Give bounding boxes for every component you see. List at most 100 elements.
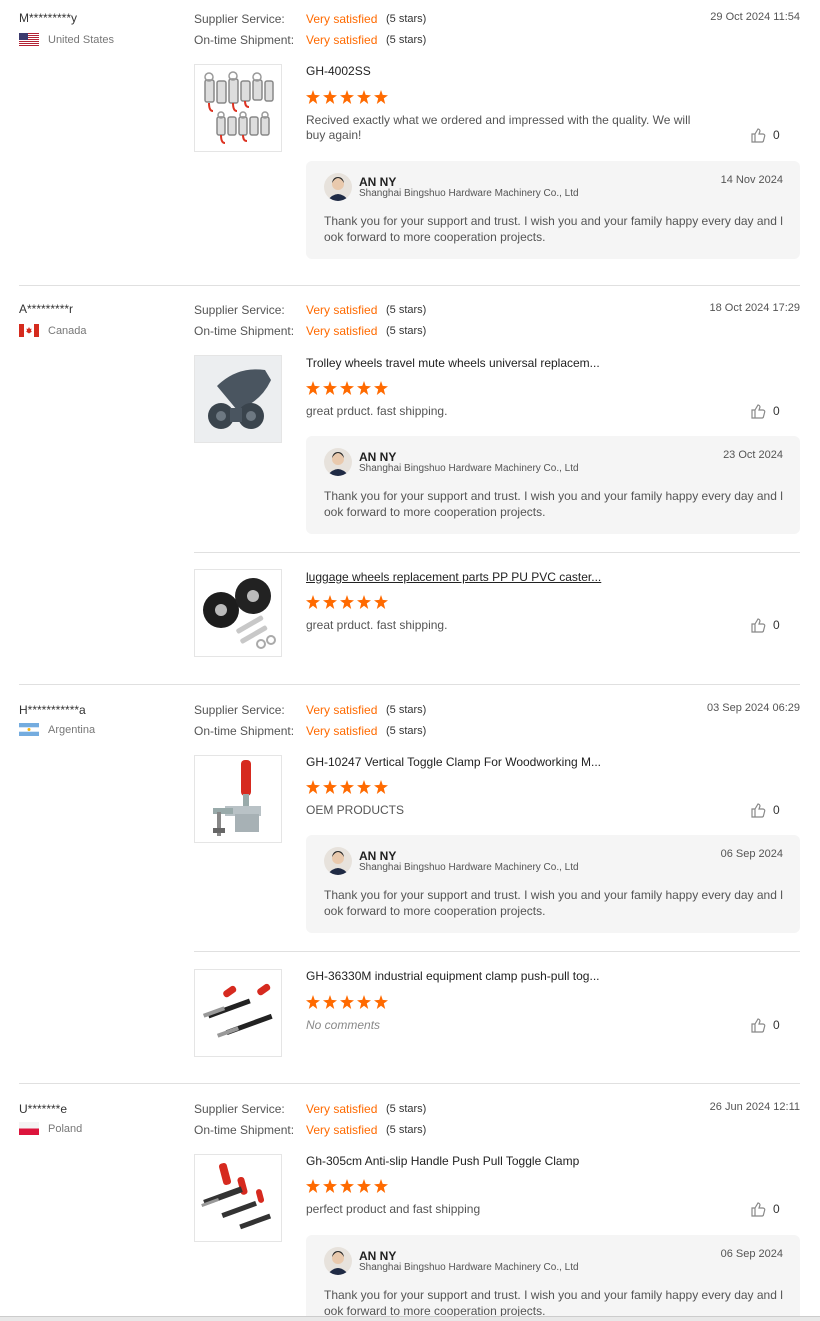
buyer-name: A*********r	[19, 302, 74, 316]
supplier-service-label: Supplier Service:	[194, 303, 285, 317]
star-icon	[374, 1179, 388, 1193]
product-thumbnail[interactable]	[194, 969, 282, 1057]
thumbs-up-icon	[751, 618, 766, 633]
star-icon	[357, 381, 371, 395]
star-icon	[306, 595, 320, 609]
supplier-reply: AN NY Shanghai Bingshuo Hardware Machine…	[306, 161, 800, 259]
star-icon	[374, 780, 388, 794]
product-rating-stars	[306, 995, 388, 1009]
thumbs-up-icon	[751, 1202, 766, 1217]
window-bottom-edge	[0, 1316, 820, 1321]
like-count: 0	[773, 128, 780, 142]
buyer-name: M*********y	[19, 11, 78, 25]
reply-author: AN NY	[359, 1249, 397, 1263]
toggle-clamp-set-image	[201, 1163, 272, 1230]
review-comment: No comments	[306, 1018, 381, 1032]
reply-company: Shanghai Bingshuo Hardware Machinery Co.…	[359, 188, 579, 199]
star-icon	[306, 90, 320, 104]
star-icon	[357, 780, 371, 794]
star-icon	[340, 1179, 354, 1193]
star-icon	[306, 381, 320, 395]
supplier-service-label: Supplier Service:	[194, 703, 285, 717]
review-divider	[19, 285, 800, 286]
supplier-service-value: Very satisfied	[306, 12, 378, 26]
product-title[interactable]: Gh-305cm Anti-slip Handle Push Pull Togg…	[306, 1154, 579, 1168]
star-icon	[357, 995, 371, 1009]
review-comment: perfect product and fast shipping	[306, 1202, 481, 1216]
product-rating-stars	[306, 381, 388, 395]
product-thumbnail[interactable]	[194, 1154, 282, 1242]
reply-text: Thank you for your support and trust. I …	[324, 214, 783, 244]
product-rating-stars	[306, 1179, 388, 1193]
supplier-service-value: Very satisfied	[306, 1102, 378, 1116]
shipment-value: Very satisfied	[306, 33, 378, 47]
product-rating-stars	[306, 595, 388, 609]
reply-text: Thank you for your support and trust. I …	[324, 1288, 783, 1318]
country-name: Canada	[48, 324, 87, 337]
product-thumbnail[interactable]	[194, 355, 282, 443]
product-thumbnail[interactable]	[194, 755, 282, 843]
country-name: Poland	[48, 1122, 83, 1135]
like-button[interactable]: 0	[750, 1017, 780, 1033]
buyer-country: Canada	[19, 324, 87, 337]
review-date: 26 Jun 2024 12:11	[709, 1101, 800, 1113]
review-comment: great prduct. fast shipping.	[306, 618, 448, 632]
shipment-value: Very satisfied	[306, 724, 378, 738]
thumbs-up-icon	[751, 803, 766, 818]
like-button[interactable]: 0	[750, 1201, 780, 1217]
shipment-stars: (5 stars)	[386, 725, 427, 737]
product-title[interactable]: GH-10247 Vertical Toggle Clamp For Woodw…	[306, 755, 601, 769]
buyer-country: Poland	[19, 1122, 82, 1135]
star-icon	[374, 90, 388, 104]
buyer-name: H***********a	[19, 703, 86, 717]
like-button[interactable]: 0	[750, 617, 780, 633]
star-icon	[323, 1179, 337, 1193]
supplier-reply: AN NY Shanghai Bingshuo Hardware Machine…	[306, 835, 800, 933]
like-button[interactable]: 0	[750, 403, 780, 419]
supplier-service-stars: (5 stars)	[386, 304, 427, 316]
like-button[interactable]: 0	[750, 802, 780, 818]
product-title[interactable]: GH-36330M industrial equipment clamp pus…	[306, 969, 599, 983]
review-divider	[19, 1083, 800, 1084]
product-title-link[interactable]: luggage wheels replacement parts PP PU P…	[306, 570, 601, 584]
review-comment: OEM PRODUCTS	[306, 803, 405, 817]
poland-flag-icon	[19, 1122, 39, 1135]
supplier-service-label: Supplier Service:	[194, 12, 285, 26]
shipment-value: Very satisfied	[306, 1123, 378, 1137]
product-thumbnail[interactable]	[194, 569, 282, 657]
luggage-wheels-image	[203, 578, 276, 649]
star-icon	[357, 595, 371, 609]
like-count: 0	[773, 404, 780, 418]
product-thumbnail[interactable]	[194, 64, 282, 152]
star-icon	[374, 595, 388, 609]
product-title[interactable]: GH-4002SS	[306, 64, 371, 78]
star-icon	[306, 780, 320, 794]
supplier-reply: AN NY Shanghai Bingshuo Hardware Machine…	[306, 1235, 800, 1321]
avatar	[324, 448, 352, 476]
avatar	[324, 1247, 352, 1275]
product-rating-stars	[306, 780, 388, 794]
review-date: 03 Sep 2024 06:29	[707, 702, 800, 714]
country-name: Argentina	[48, 723, 96, 736]
product-divider	[194, 951, 800, 952]
country-name: United States	[48, 33, 115, 46]
product-divider	[194, 552, 800, 553]
like-count: 0	[773, 803, 780, 817]
reply-date: 14 Nov 2024	[720, 174, 783, 186]
product-title[interactable]: Trolley wheels travel mute wheels univer…	[306, 356, 600, 370]
review-date: 18 Oct 2024 17:29	[709, 302, 800, 314]
review-comment: Recived exactly what we ordered and impr…	[306, 113, 691, 142]
latch-set-image	[204, 71, 274, 144]
star-icon	[306, 995, 320, 1009]
star-icon	[374, 995, 388, 1009]
star-icon	[323, 381, 337, 395]
star-icon	[357, 90, 371, 104]
star-icon	[323, 90, 337, 104]
shipment-label: On-time Shipment:	[194, 324, 295, 338]
star-icon	[340, 780, 354, 794]
reply-text: Thank you for your support and trust. I …	[324, 888, 783, 918]
buyer-country: Argentina	[19, 723, 95, 736]
reply-author: AN NY	[359, 450, 397, 464]
avatar	[324, 847, 352, 875]
like-button[interactable]: 0	[750, 127, 780, 143]
